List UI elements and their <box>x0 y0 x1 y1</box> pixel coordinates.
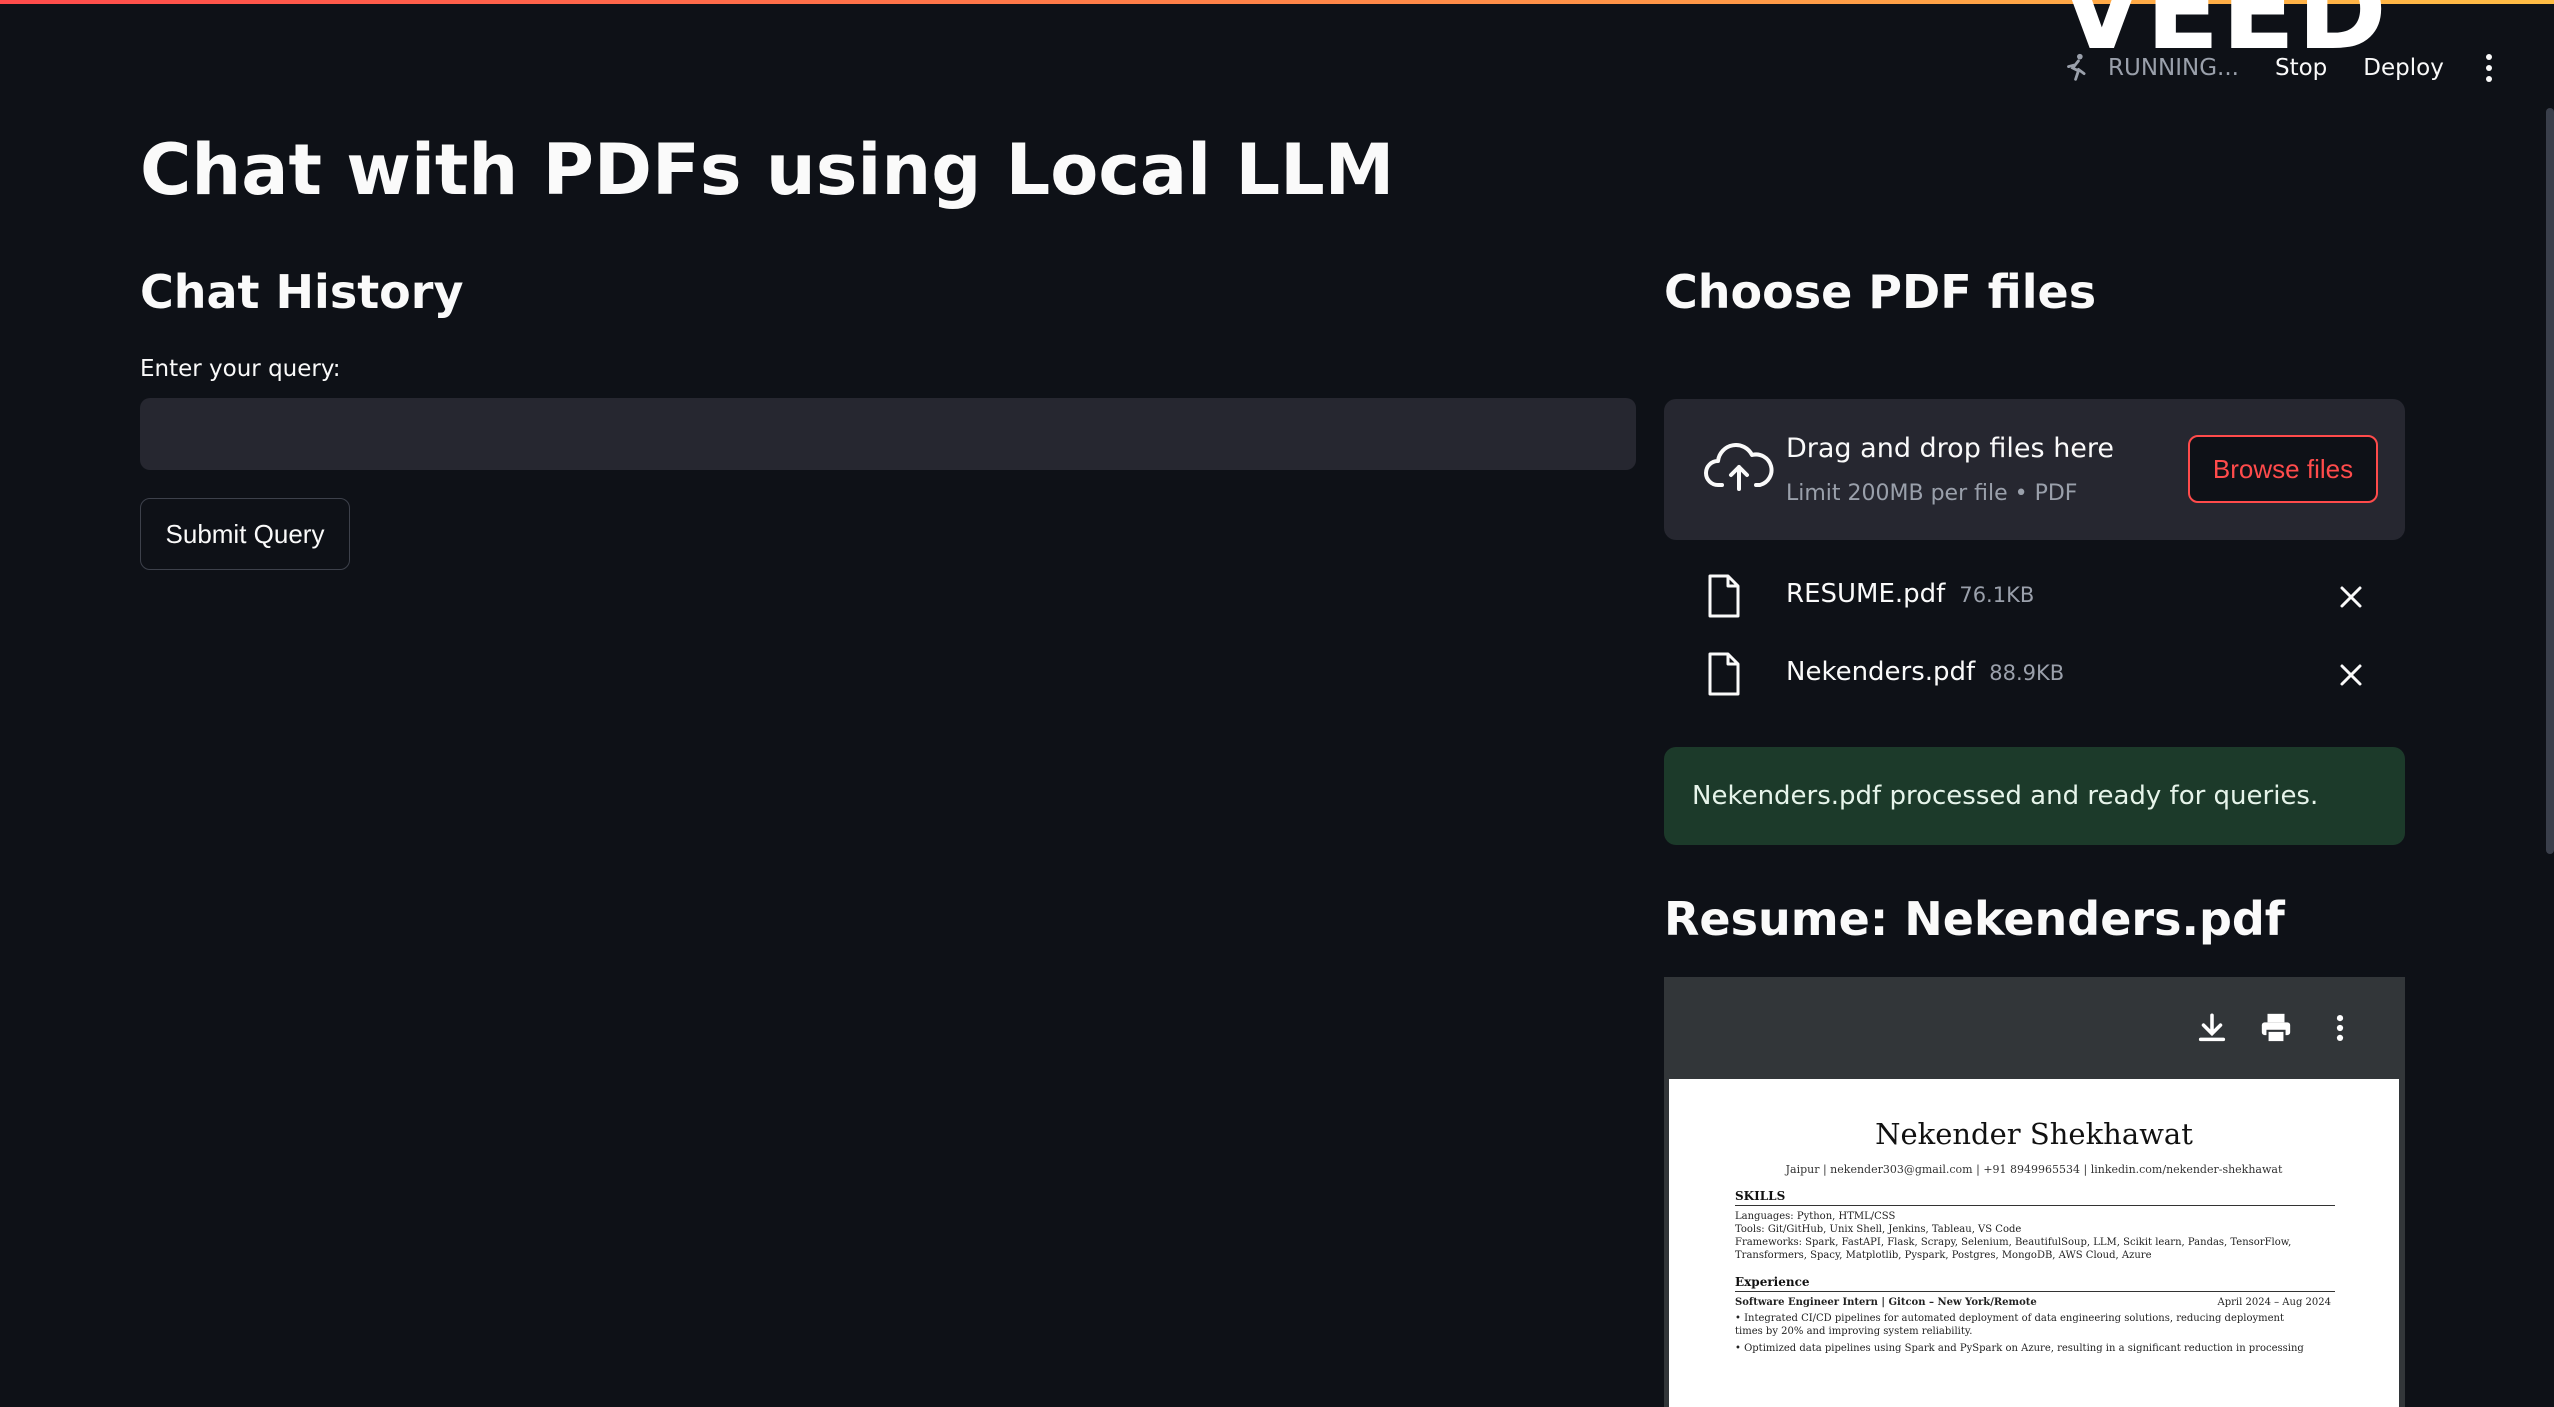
running-label: RUNNING... <box>2108 55 2239 81</box>
section-divider <box>1735 1205 2335 1206</box>
download-icon[interactable] <box>2195 1011 2229 1045</box>
running-status: RUNNING... <box>2060 51 2239 85</box>
uploaded-file-row: RESUME.pdf 76.1KB <box>1664 563 2405 627</box>
skills-line: Frameworks: Spark, FastAPI, Flask, Scrap… <box>1735 1237 2292 1248</box>
pdf-viewer[interactable]: Nekender Shekhawat Jaipur | nekender303@… <box>1664 977 2405 1407</box>
section-divider <box>1735 1291 2335 1292</box>
file-size: 76.1KB <box>1959 583 2035 607</box>
resume-heading: Resume: Nekenders.pdf <box>1664 892 2285 946</box>
print-icon[interactable] <box>2259 1011 2293 1045</box>
experience-bullet: times by 20% and improving system reliab… <box>1735 1326 1973 1337</box>
scrollbar[interactable] <box>2546 108 2554 854</box>
deploy-button[interactable]: Deploy <box>2363 55 2444 81</box>
file-size: 88.9KB <box>1989 661 2065 685</box>
file-icon <box>1708 652 1740 696</box>
query-input[interactable] <box>140 398 1636 470</box>
file-name-text: Nekenders.pdf <box>1786 657 1976 687</box>
experience-bullet: • Integrated CI/CD pipelines for automat… <box>1735 1313 2284 1324</box>
file-dropzone[interactable]: Drag and drop files here Limit 200MB per… <box>1664 399 2405 540</box>
choose-pdf-heading: Choose PDF files <box>1664 265 2097 319</box>
query-label: Enter your query: <box>140 356 341 382</box>
file-name-text: RESUME.pdf <box>1786 579 1946 609</box>
cloud-upload-icon <box>1704 443 1774 491</box>
resume-name: Nekender Shekhawat <box>1875 1117 2193 1151</box>
uploaded-file-row: Nekenders.pdf 88.9KB <box>1664 641 2405 705</box>
experience-dates: April 2024 – Aug 2024 <box>2217 1297 2331 1308</box>
pdf-viewer-toolbar <box>2165 1011 2357 1045</box>
kebab-menu-icon[interactable] <box>2484 53 2494 83</box>
stop-button[interactable]: Stop <box>2275 55 2327 81</box>
skills-heading: SKILLS <box>1735 1189 1786 1203</box>
skills-line: Transformers, Spacy, Matplotlib, Pyspark… <box>1735 1250 2152 1261</box>
experience-bullet: • Optimized data pipelines using Spark a… <box>1735 1343 2304 1354</box>
file-name: Nekenders.pdf 88.9KB <box>1786 657 2064 687</box>
experience-role: Software Engineer Intern | Gitcon – New … <box>1735 1297 2037 1308</box>
page-title: Chat with PDFs using Local LLM <box>140 129 1395 211</box>
file-name: RESUME.pdf 76.1KB <box>1786 579 2034 609</box>
skills-line: Tools: Git/GitHub, Unix Shell, Jenkins, … <box>1735 1224 2022 1235</box>
file-icon <box>1708 574 1740 618</box>
chat-history-heading: Chat History <box>140 265 464 319</box>
remove-file-icon[interactable] <box>2339 663 2363 687</box>
submit-query-button[interactable]: Submit Query <box>140 498 350 570</box>
dropzone-title: Drag and drop files here <box>1786 433 2115 464</box>
running-icon <box>2067 53 2086 81</box>
resume-contact: Jaipur | nekender303@gmail.com | +91 894… <box>1785 1163 2283 1176</box>
skills-line: Languages: Python, HTML/CSS <box>1735 1211 1896 1222</box>
more-options-icon[interactable] <box>2323 1011 2357 1045</box>
dropzone-subtitle: Limit 200MB per file • PDF <box>1786 481 2078 506</box>
remove-file-icon[interactable] <box>2339 585 2363 609</box>
app-toolbar: RUNNING... Stop Deploy <box>2060 50 2494 86</box>
browse-files-button[interactable]: Browse files <box>2188 435 2378 503</box>
pdf-page: Nekender Shekhawat Jaipur | nekender303@… <box>1669 1079 2399 1407</box>
success-alert: Nekenders.pdf processed and ready for qu… <box>1664 747 2405 845</box>
experience-heading: Experience <box>1735 1275 1810 1289</box>
